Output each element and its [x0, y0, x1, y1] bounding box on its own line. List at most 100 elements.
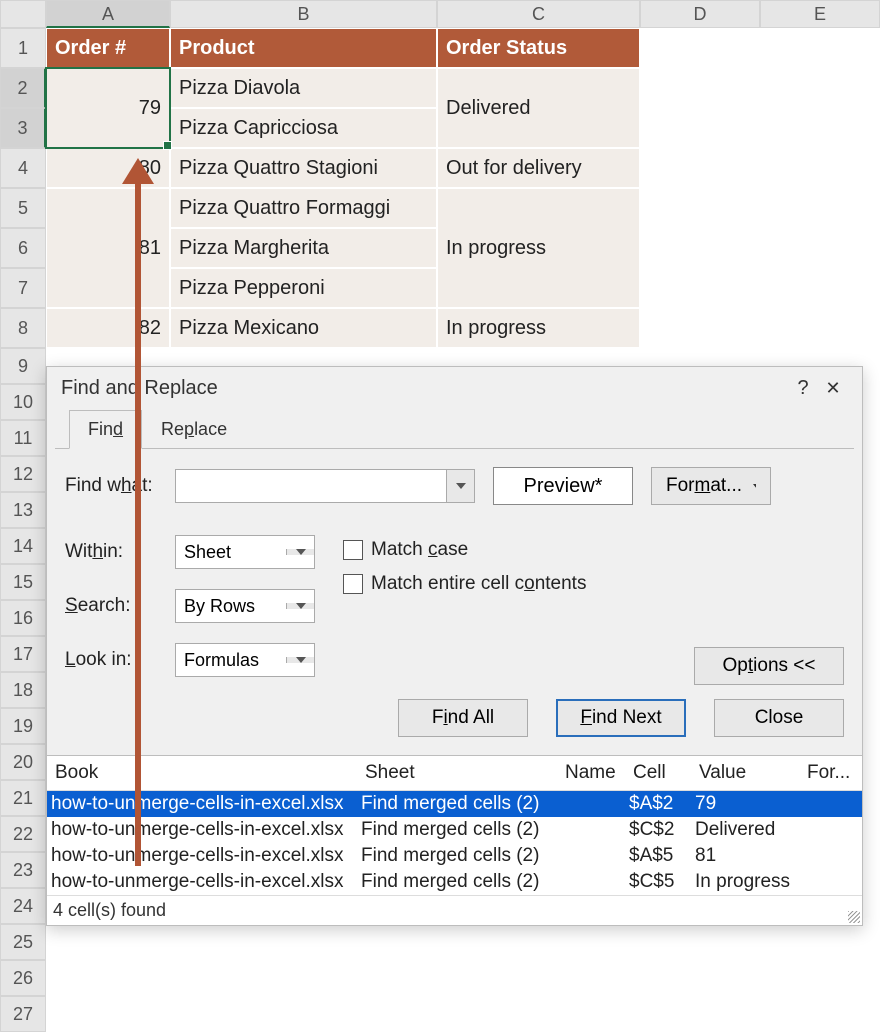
findwhat-dropdown-icon[interactable]	[446, 470, 474, 502]
cell-B8[interactable]: Pizza Mexicano	[170, 308, 437, 348]
cell-E5[interactable]	[760, 188, 880, 228]
find-all-button[interactable]: Find All	[398, 699, 528, 737]
cell-B7[interactable]: Pizza Pepperoni	[170, 268, 437, 308]
results-col-formula[interactable]: For...	[803, 760, 848, 786]
row-header-21[interactable]: 21	[0, 780, 46, 816]
search-select[interactable]: By Rows	[175, 589, 315, 623]
cell-row26[interactable]	[46, 960, 880, 996]
row-header-19[interactable]: 19	[0, 708, 46, 744]
header-status[interactable]: Order Status	[437, 28, 640, 68]
row-header-17[interactable]: 17	[0, 636, 46, 672]
results-col-value[interactable]: Value	[695, 760, 803, 786]
results-col-book[interactable]: Book	[51, 760, 361, 786]
cell-B4[interactable]: Pizza Quattro Stagioni	[170, 148, 437, 188]
row-header-14[interactable]: 14	[0, 528, 46, 564]
cell-A8[interactable]: 82	[46, 308, 170, 348]
results-row[interactable]: how-to-unmerge-cells-in-excel.xlsx Find …	[47, 791, 862, 817]
findwhat-input[interactable]	[175, 469, 475, 503]
row-header-12[interactable]: 12	[0, 456, 46, 492]
match-case-checkbox[interactable]: Match case	[343, 539, 586, 561]
row-header-9[interactable]: 9	[0, 348, 46, 384]
row-header-18[interactable]: 18	[0, 672, 46, 708]
row-header-7[interactable]: 7	[0, 268, 46, 308]
header-order[interactable]: Order #	[46, 28, 170, 68]
cell-D7[interactable]	[640, 268, 760, 308]
cell-C5[interactable]: In progress	[437, 188, 640, 308]
cell-E2[interactable]	[760, 68, 880, 108]
cell-E4[interactable]	[760, 148, 880, 188]
cell-C4[interactable]: Out for delivery	[437, 148, 640, 188]
cell-E1[interactable]	[760, 28, 880, 68]
header-product[interactable]: Product	[170, 28, 437, 68]
cell-D8[interactable]	[640, 308, 760, 348]
row-header-6[interactable]: 6	[0, 228, 46, 268]
row-header-20[interactable]: 20	[0, 744, 46, 780]
cell-D5[interactable]	[640, 188, 760, 228]
row-header-22[interactable]: 22	[0, 816, 46, 852]
tab-replace[interactable]: Replace	[142, 410, 246, 448]
cell-D4[interactable]	[640, 148, 760, 188]
cell-C2[interactable]: Delivered	[437, 68, 640, 148]
cell-B6[interactable]: Pizza Margherita	[170, 228, 437, 268]
row-header-27[interactable]: 27	[0, 996, 46, 1032]
col-header-C[interactable]: C	[437, 0, 640, 28]
tab-find[interactable]: Find	[69, 410, 142, 449]
row-header-11[interactable]: 11	[0, 420, 46, 456]
cell-row27[interactable]	[46, 996, 880, 1032]
find-next-button[interactable]: Find Next	[556, 699, 686, 737]
cell-D3[interactable]	[640, 108, 760, 148]
col-header-E[interactable]: E	[760, 0, 880, 28]
col-header-A[interactable]: A	[46, 0, 170, 28]
cell-B2[interactable]: Pizza Diavola	[170, 68, 437, 108]
result-sheet: Find merged cells (2)	[357, 869, 557, 895]
col-header-D[interactable]: D	[640, 0, 760, 28]
row-header-2[interactable]: 2	[0, 68, 46, 108]
row-header-23[interactable]: 23	[0, 852, 46, 888]
cell-A2[interactable]: 79	[46, 68, 170, 148]
close-button[interactable]: Close	[714, 699, 844, 737]
results-header[interactable]: Book Sheet Name Cell Value For...	[47, 756, 862, 791]
results-row[interactable]: how-to-unmerge-cells-in-excel.xlsx Find …	[47, 869, 862, 895]
dialog-titlebar[interactable]: Find and Replace ? ✕	[47, 367, 862, 410]
row-header-13[interactable]: 13	[0, 492, 46, 528]
results-row[interactable]: how-to-unmerge-cells-in-excel.xlsx Find …	[47, 843, 862, 869]
row-header-8[interactable]: 8	[0, 308, 46, 348]
cell-E7[interactable]	[760, 268, 880, 308]
within-select[interactable]: Sheet	[175, 535, 315, 569]
row-header-1[interactable]: 1	[0, 28, 46, 68]
close-icon[interactable]: ✕	[818, 378, 848, 399]
cell-E3[interactable]	[760, 108, 880, 148]
results-col-name[interactable]: Name	[561, 760, 629, 786]
cell-C8[interactable]: In progress	[437, 308, 640, 348]
cell-E8[interactable]	[760, 308, 880, 348]
row-header-24[interactable]: 24	[0, 888, 46, 924]
cell-B5[interactable]: Pizza Quattro Formaggi	[170, 188, 437, 228]
resize-grip-icon[interactable]	[848, 911, 860, 923]
cell-E6[interactable]	[760, 228, 880, 268]
results-col-sheet[interactable]: Sheet	[361, 760, 561, 786]
select-all-corner[interactable]	[0, 0, 46, 28]
cell-D2[interactable]	[640, 68, 760, 108]
col-header-B[interactable]: B	[170, 0, 437, 28]
help-icon[interactable]: ?	[788, 377, 818, 400]
lookin-select[interactable]: Formulas	[175, 643, 315, 677]
cell-row25[interactable]	[46, 924, 880, 960]
row-header-15[interactable]: 15	[0, 564, 46, 600]
match-contents-checkbox[interactable]: Match entire cell contents	[343, 573, 586, 595]
row-header-26[interactable]: 26	[0, 960, 46, 996]
row-header-25[interactable]: 25	[0, 924, 46, 960]
results-row[interactable]: how-to-unmerge-cells-in-excel.xlsx Find …	[47, 817, 862, 843]
row-header-5[interactable]: 5	[0, 188, 46, 228]
cell-D1[interactable]	[640, 28, 760, 68]
row-header-4[interactable]: 4	[0, 148, 46, 188]
cell-B3[interactable]: Pizza Capricciosa	[170, 108, 437, 148]
cell-A5[interactable]: 81	[46, 188, 170, 308]
format-button[interactable]: Format...	[651, 467, 771, 505]
results-col-cell[interactable]: Cell	[629, 760, 695, 786]
options-button[interactable]: Options <<	[694, 647, 844, 685]
row-header-10[interactable]: 10	[0, 384, 46, 420]
row-header-16[interactable]: 16	[0, 600, 46, 636]
row-header-3[interactable]: 3	[0, 108, 46, 148]
cell-D6[interactable]	[640, 228, 760, 268]
findwhat-field[interactable]	[176, 470, 446, 502]
